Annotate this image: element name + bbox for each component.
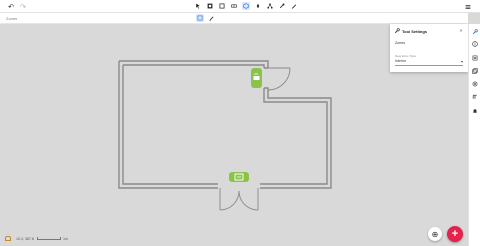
zone-type-value: Interior (395, 59, 407, 63)
zones-toolbar: Zones (0, 13, 468, 24)
tree-icon[interactable] (266, 2, 274, 10)
square-icon[interactable] (218, 2, 226, 10)
zone-marker-top[interactable] (251, 68, 262, 88)
room-icon[interactable] (206, 2, 214, 10)
zone-select-icon[interactable] (196, 14, 204, 22)
wall-icon[interactable] (230, 2, 238, 10)
add-button[interactable]: + (447, 226, 463, 242)
list-icon[interactable] (471, 54, 479, 62)
shape-icon[interactable] (278, 2, 286, 10)
top-toolbar: ↶ ↷ (0, 0, 480, 13)
camera-icon[interactable] (471, 80, 479, 88)
wrench-icon (394, 28, 400, 34)
cube-icon[interactable] (242, 2, 250, 10)
cursor-coordinates: 10.4, 387.8 (16, 237, 34, 241)
cloud-icon (5, 236, 11, 241)
info-icon[interactable] (471, 40, 479, 48)
zone-draw-icon[interactable] (208, 14, 216, 22)
scale-bar (37, 237, 61, 240)
redo-icon[interactable]: ↷ (19, 3, 27, 11)
zone-type-select[interactable]: Interior ▾ (395, 59, 463, 66)
crosshair-icon: ⊕ (431, 229, 439, 239)
pen-icon[interactable] (290, 2, 298, 10)
wrench-rail-icon[interactable] (471, 28, 479, 36)
select-icon[interactable] (194, 2, 202, 10)
zone-marker-bottom[interactable] (229, 172, 249, 182)
panel-title: Tool Settings (402, 29, 428, 34)
zone-type-label: New Zone Type (395, 54, 416, 58)
rotate-icon[interactable] (254, 2, 262, 10)
chevron-down-icon: ▾ (460, 59, 463, 64)
tool-settings-panel: Tool Settings » Zones New Zone Type Inte… (390, 24, 468, 72)
bell-icon[interactable] (471, 107, 479, 115)
collapse-icon[interactable]: » (458, 28, 464, 34)
layers-icon[interactable] (471, 67, 479, 75)
hamburger-icon[interactable] (464, 3, 472, 11)
room-walls (118, 60, 332, 189)
section-zones: Zones (395, 41, 405, 45)
zones-label: Zones (6, 16, 18, 21)
text-icon[interactable] (471, 93, 479, 101)
undo-icon[interactable]: ↶ (7, 3, 15, 11)
recenter-button[interactable]: ⊕ (428, 227, 442, 241)
scale-label: 1m (63, 237, 68, 241)
plus-icon: + (451, 228, 459, 240)
right-rail (468, 24, 480, 246)
